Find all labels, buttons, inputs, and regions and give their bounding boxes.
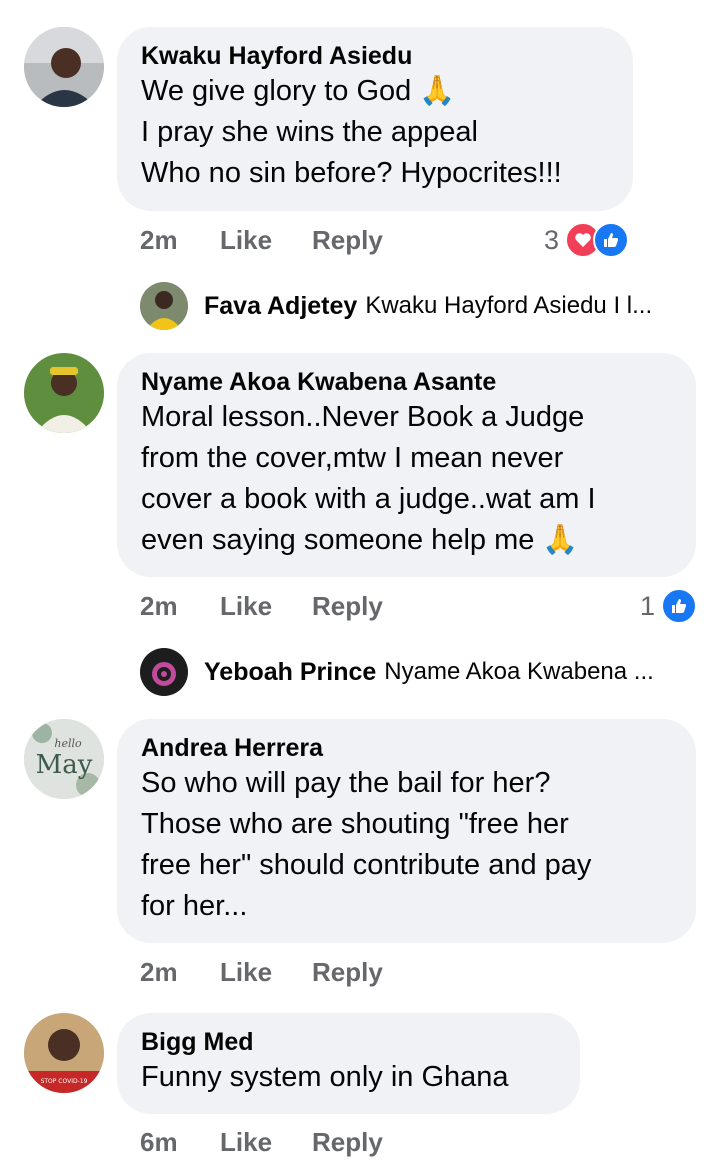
avatar[interactable] xyxy=(24,353,104,433)
comment-actions: 2m Like Reply xyxy=(140,588,383,624)
comment-author[interactable]: Bigg Med xyxy=(141,1027,556,1057)
reply-button[interactable]: Reply xyxy=(312,957,383,988)
reply-button[interactable]: Reply xyxy=(312,225,383,256)
comment-text-line: Moral lesson..Never Book a Judge xyxy=(141,401,585,433)
comment-time[interactable]: 2m xyxy=(140,225,220,256)
reaction-summary[interactable]: 3 xyxy=(544,222,630,258)
avatar-photo-icon xyxy=(140,282,188,330)
reaction-count: 1 xyxy=(640,590,656,621)
reply-snippet: Kwaku Hayford Asiedu I l... xyxy=(365,292,653,319)
comment-actions: 2m Like Reply xyxy=(140,954,383,990)
avatar[interactable]: hello May xyxy=(24,719,104,799)
avatar-photo-icon: STOP COVID-19 xyxy=(24,1013,104,1093)
like-button[interactable]: Like xyxy=(220,957,312,988)
avatar-photo-icon xyxy=(24,353,104,433)
avatar[interactable] xyxy=(140,648,188,696)
comment-time[interactable]: 2m xyxy=(140,591,220,622)
avatar-photo-icon: hello May xyxy=(24,719,104,799)
avatar-photo-icon xyxy=(140,648,188,696)
reply-preview[interactable]: Yeboah Prince Nyame Akoa Kwabena ... xyxy=(140,647,654,697)
comment-time[interactable]: 6m xyxy=(140,1127,220,1158)
like-icon xyxy=(661,588,698,624)
comment-text-line: I pray she wins the appeal xyxy=(141,116,478,148)
comment-author[interactable]: Andrea Herrera xyxy=(141,733,672,763)
reply-button[interactable]: Reply xyxy=(312,1127,383,1158)
like-button[interactable]: Like xyxy=(220,225,312,256)
reaction-summary[interactable]: 1 xyxy=(640,588,698,624)
avatar-big-text: May xyxy=(36,750,93,780)
comment-author[interactable]: Kwaku Hayford Asiedu xyxy=(141,41,609,71)
reply-author[interactable]: Yeboah Prince xyxy=(204,658,376,687)
reaction-count: 3 xyxy=(544,224,560,255)
comment-actions: 6m Like Reply xyxy=(140,1124,383,1160)
comment-actions: 2m Like Reply xyxy=(140,222,383,258)
comment-text-line: cover a book with a judge..wat am I xyxy=(141,483,596,515)
comment-time[interactable]: 2m xyxy=(140,957,220,988)
reply-snippet: Nyame Akoa Kwabena ... xyxy=(384,658,654,685)
reply-button[interactable]: Reply xyxy=(312,591,383,622)
comment-author[interactable]: Nyame Akoa Kwabena Asante xyxy=(141,367,672,397)
comment-text-line: for her... xyxy=(141,890,248,922)
reply-author[interactable]: Fava Adjetey xyxy=(204,292,357,321)
comment-text-line: from the cover,mtw I mean never xyxy=(141,442,564,474)
reply-preview[interactable]: Fava Adjetey Kwaku Hayford Asiedu I l... xyxy=(140,281,652,331)
comment-bubble: Bigg Med Funny system only in Ghana xyxy=(117,1013,580,1114)
comment-text-line: We give glory to God 🙏 xyxy=(141,75,456,107)
comment-text-line: free her" should contribute and pay xyxy=(141,849,592,881)
comment-text-line: So who will pay the bail for her? xyxy=(141,767,551,799)
avatar-photo-icon xyxy=(24,27,104,107)
comment-text-line: Funny system only in Ghana xyxy=(141,1061,509,1093)
avatar[interactable] xyxy=(24,27,104,107)
avatar[interactable]: STOP COVID-19 xyxy=(24,1013,104,1093)
comment-bubble: Andrea Herrera So who will pay the bail … xyxy=(117,719,696,943)
like-button[interactable]: Like xyxy=(220,1127,312,1158)
comment-bubble: Kwaku Hayford Asiedu We give glory to Go… xyxy=(117,27,633,211)
comment-text-line: even saying someone help me 🙏 xyxy=(141,524,579,556)
comment-text-line: Who no sin before? Hypocrites!!! xyxy=(141,157,562,189)
comment-bubble: Nyame Akoa Kwabena Asante Moral lesson..… xyxy=(117,353,696,577)
comment-text-line: Those who are shouting "free her xyxy=(141,808,569,840)
avatar[interactable] xyxy=(140,282,188,330)
avatar-small-text: hello xyxy=(54,737,82,750)
avatar-banner-text: STOP COVID-19 xyxy=(41,1078,88,1085)
like-icon xyxy=(593,222,630,258)
like-button[interactable]: Like xyxy=(220,591,312,622)
